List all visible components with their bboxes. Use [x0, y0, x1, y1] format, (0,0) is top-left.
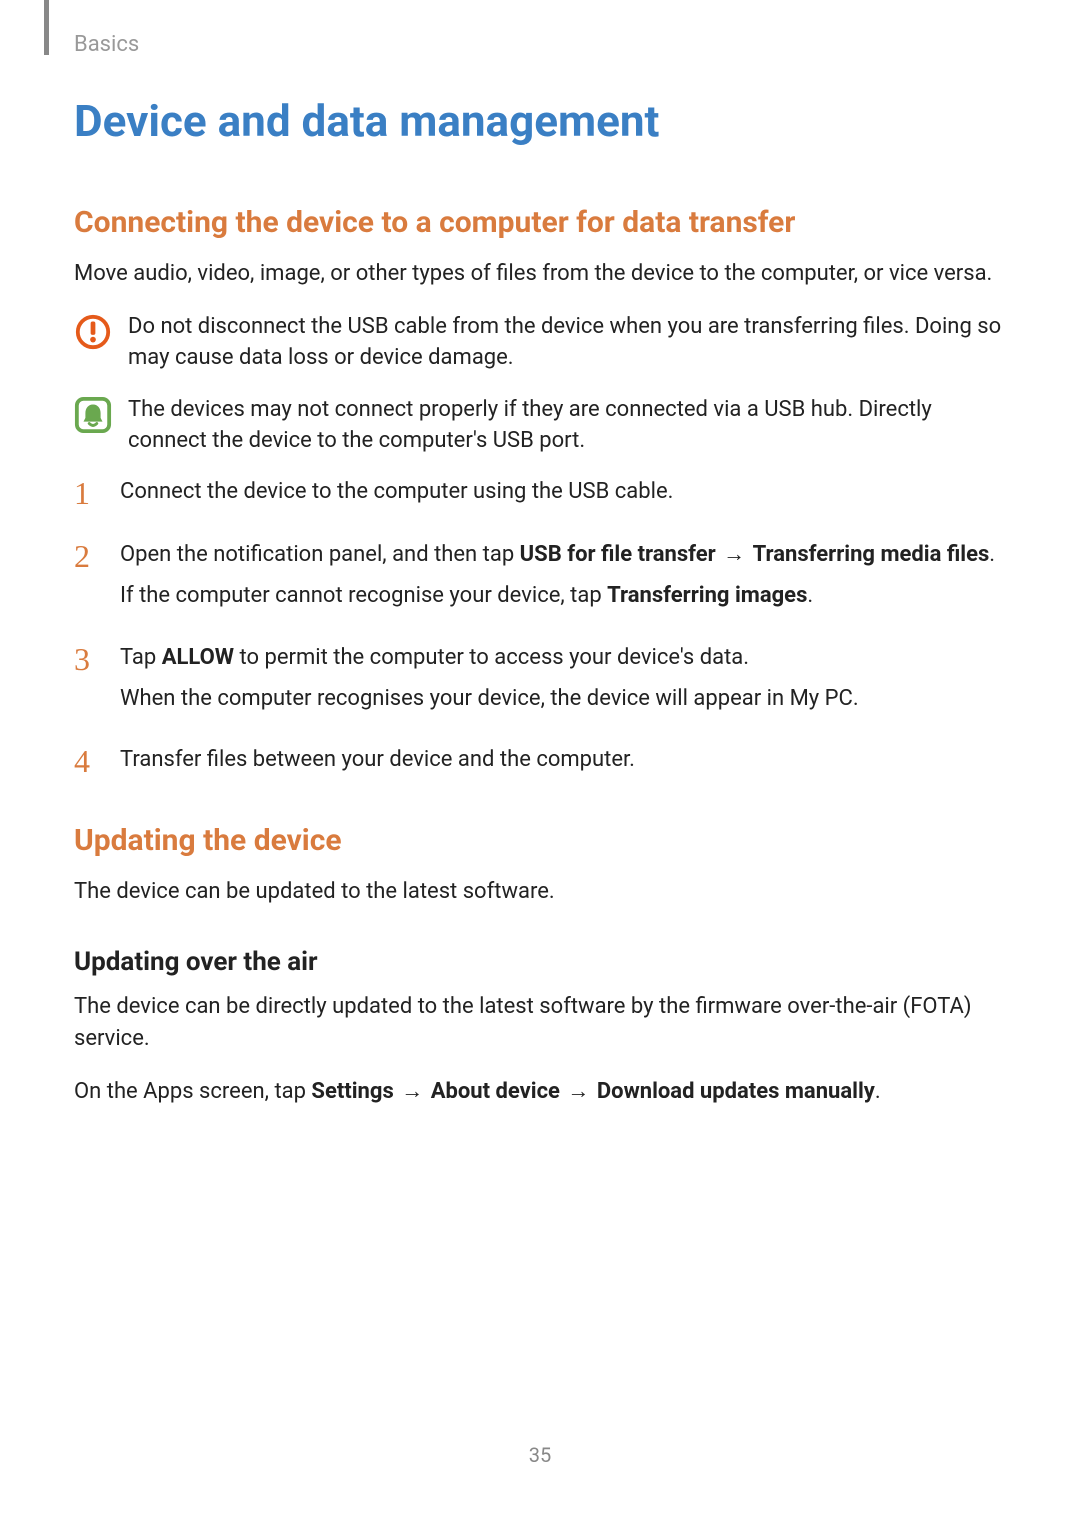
step-1: 1 Connect the device to the computer usi…: [74, 476, 1006, 509]
step-number: 1: [74, 476, 104, 509]
warning-text: Do not disconnect the USB cable from the…: [128, 311, 1006, 373]
step-4: 4 Transfer files between your device and…: [74, 744, 1006, 777]
section-heading-updating: Updating the device: [74, 823, 1006, 858]
step-2-line1: Open the notification panel, and then ta…: [120, 539, 995, 570]
step-number: 4: [74, 744, 104, 777]
intro-paragraph: Move audio, video, image, or other types…: [74, 258, 1006, 289]
page-tab-marker: [44, 0, 49, 55]
ota-paragraph-1: The device can be directly updated to th…: [74, 991, 1006, 1053]
page-content: Device and data management Connecting th…: [0, 0, 1080, 1107]
page-title: Device and data management: [74, 95, 1006, 147]
section-heading-connecting: Connecting the device to a computer for …: [74, 205, 1006, 240]
section-updating: Updating the device The device can be up…: [74, 823, 1006, 1107]
step-1-text: Connect the device to the computer using…: [120, 476, 673, 507]
warning-note: Do not disconnect the USB cable from the…: [74, 311, 1006, 373]
breadcrumb: Basics: [74, 32, 139, 57]
step-4-text: Transfer files between your device and t…: [120, 744, 635, 775]
step-number: 3: [74, 642, 104, 675]
warning-icon: [74, 313, 112, 351]
step-number: 2: [74, 539, 104, 572]
ota-paragraph-2: On the Apps screen, tap Settings → About…: [74, 1076, 1006, 1107]
step-2-line2: If the computer cannot recognise your de…: [120, 580, 995, 611]
step-2: 2 Open the notification panel, and then …: [74, 539, 1006, 611]
step-3-line1: Tap ALLOW to permit the computer to acce…: [120, 642, 859, 673]
bell-icon: [74, 396, 112, 434]
tip-text: The devices may not connect properly if …: [128, 394, 1006, 456]
step-3: 3 Tap ALLOW to permit the computer to ac…: [74, 642, 1006, 714]
subheading-ota: Updating over the air: [74, 947, 1006, 977]
step-3-line2: When the computer recognises your device…: [120, 683, 859, 714]
page-number: 35: [0, 1443, 1080, 1467]
tip-note: The devices may not connect properly if …: [74, 394, 1006, 456]
updating-intro: The device can be updated to the latest …: [74, 876, 1006, 907]
